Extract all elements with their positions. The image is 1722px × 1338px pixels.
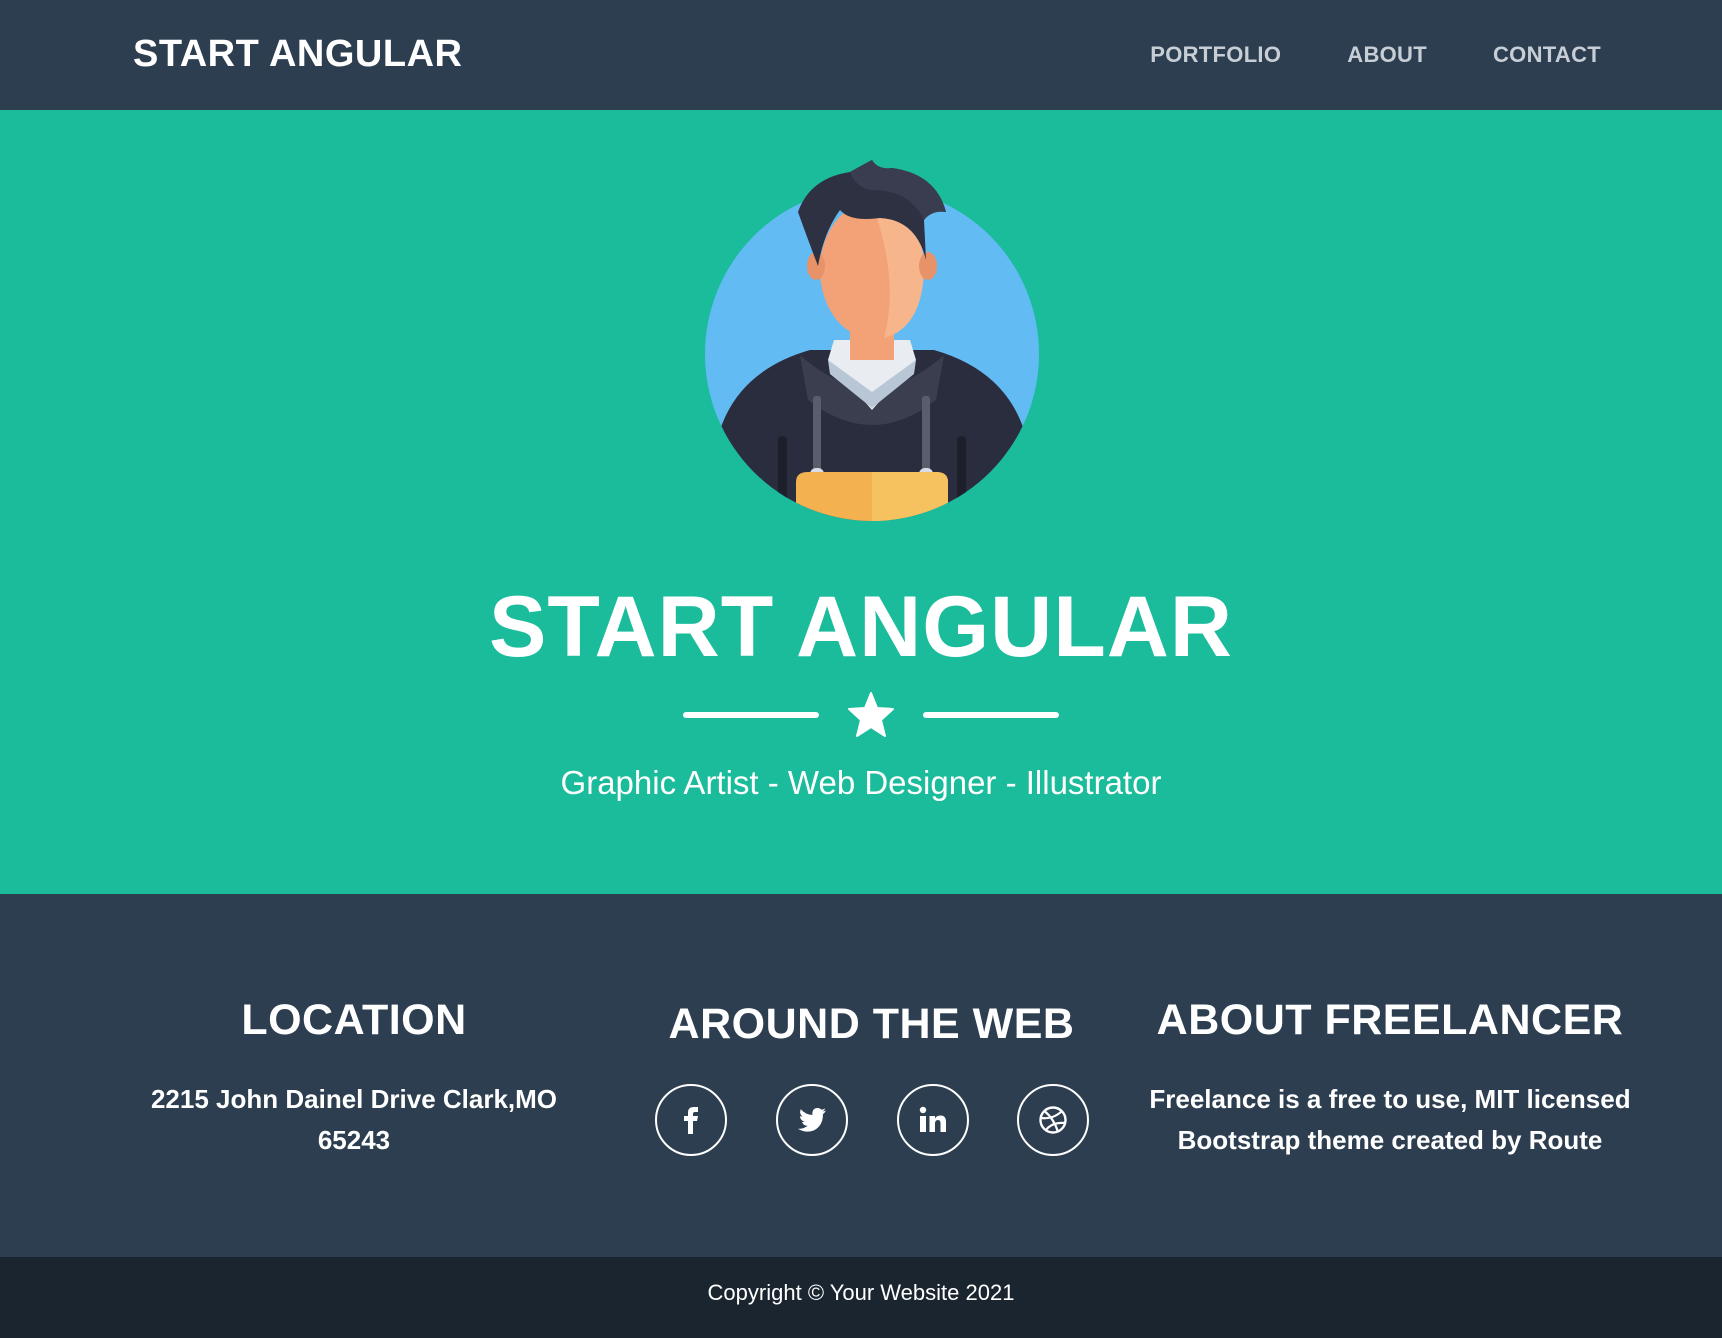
hero-section: START ANGULAR Graphic Artist - Web Desig… [0, 110, 1722, 894]
star-divider [683, 690, 1059, 740]
hero-subtitle: Graphic Artist - Web Designer - Illustra… [560, 764, 1162, 801]
divider-line-right [923, 712, 1059, 718]
location-heading: LOCATION [241, 996, 467, 1044]
about-line-2: Bootstrap theme created by Route [1177, 1125, 1603, 1155]
nav-links: PORTFOLIO ABOUT CONTACT [1084, 42, 1601, 68]
footer: LOCATION 2215 John Dainel Drive Clark,MO… [0, 894, 1722, 1257]
facebook-icon [684, 1107, 698, 1134]
twitter-icon [798, 1108, 826, 1132]
linkedin-link[interactable] [897, 1084, 969, 1156]
navbar: START ANGULAR PORTFOLIO ABOUT CONTACT [0, 0, 1722, 110]
divider-line-left [683, 712, 819, 718]
linkedin-icon [919, 1106, 946, 1132]
hero-title: START ANGULAR [489, 579, 1233, 675]
brand-logo[interactable]: START ANGULAR [133, 33, 462, 76]
about-freelancer-column: ABOUT FREELANCER Freelance is a free to … [1140, 894, 1640, 1161]
address-line-1: 2215 John Dainel Drive Clark,MO [150, 1084, 558, 1114]
social-links [655, 1084, 1089, 1156]
nav-link-portfolio[interactable]: PORTFOLIO [1150, 42, 1281, 68]
location-column: LOCATION 2215 John Dainel Drive Clark,MO… [130, 894, 578, 1161]
dribbble-link[interactable] [1017, 1084, 1089, 1156]
avatar-illustration [705, 160, 1039, 521]
copyright-bar: Copyright © Your Website 2021 [0, 1257, 1722, 1338]
facebook-link[interactable] [655, 1084, 727, 1156]
address-line-2: 65243 [317, 1125, 391, 1155]
around-the-web-heading: AROUND THE WEB [668, 1000, 1075, 1048]
nav-link-about[interactable]: ABOUT [1347, 42, 1427, 68]
twitter-link[interactable] [776, 1084, 848, 1156]
star-icon [848, 692, 894, 737]
about-freelancer-text: Freelance is a free to use, MIT licensed… [1140, 1079, 1640, 1161]
about-freelancer-heading: ABOUT FREELANCER [1156, 996, 1624, 1044]
nav-link-contact[interactable]: CONTACT [1493, 42, 1601, 68]
dribbble-icon [1039, 1106, 1067, 1134]
about-line-1: Freelance is a free to use, MIT licensed [1149, 1084, 1631, 1114]
location-address: 2215 John Dainel Drive Clark,MO 65243 [130, 1079, 578, 1161]
around-the-web-column: AROUND THE WEB [620, 894, 1123, 1156]
